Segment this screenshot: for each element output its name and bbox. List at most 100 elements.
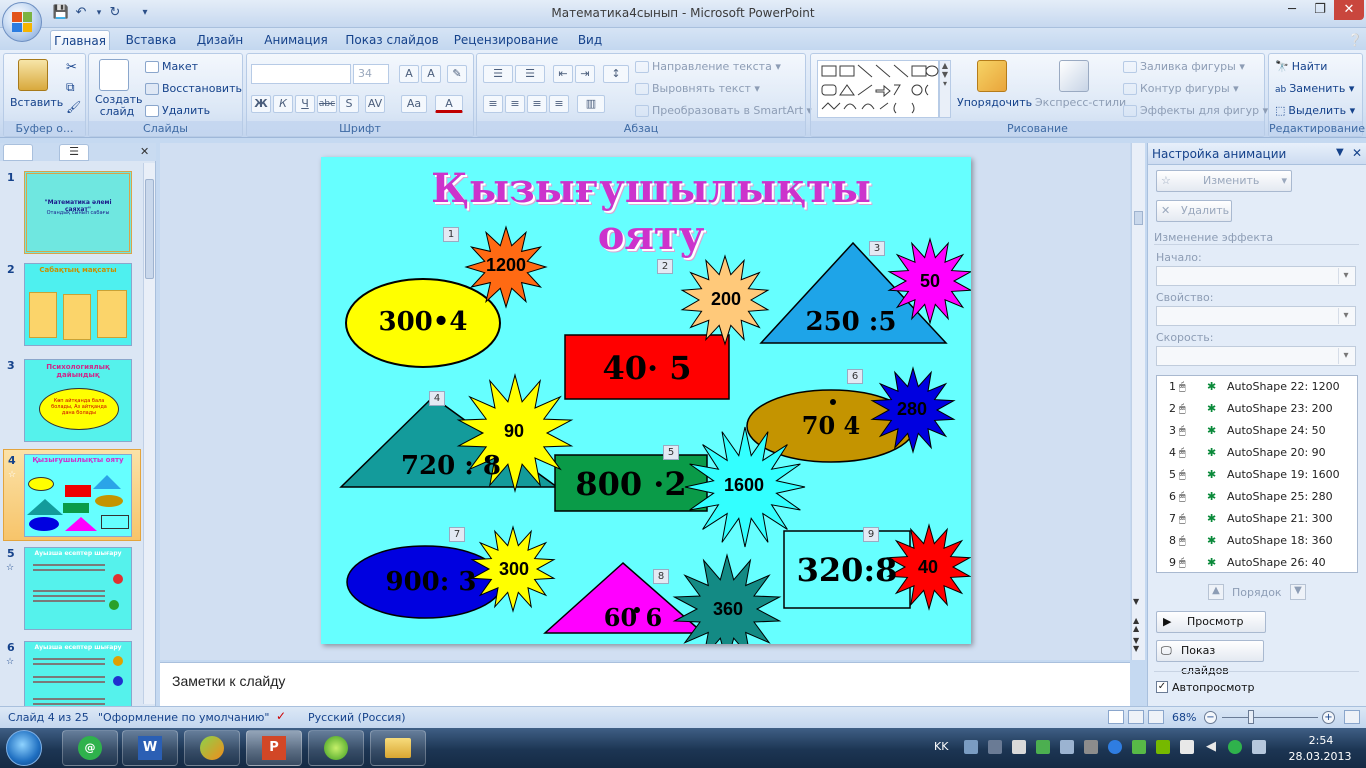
animation-tag-8[interactable]: 8 [653,569,669,584]
format-painter-icon[interactable]: 🖌 [66,100,81,114]
tray-icon[interactable] [1156,740,1170,754]
new-slide-button[interactable]: Создать слайд [95,94,143,118]
flag-icon[interactable] [1180,740,1194,754]
tray-icon[interactable] [1036,740,1050,754]
tray-icon[interactable] [1060,740,1074,754]
property-dropdown[interactable] [1156,306,1356,326]
animation-item[interactable]: 2 🖱 ✱ AutoShape 23: 200 [1157,398,1357,420]
animation-item[interactable]: 7 🖱 ✱ AutoShape 21: 300 [1157,508,1357,530]
speed-dropdown[interactable] [1156,346,1356,366]
zoom-slider[interactable] [1222,717,1318,718]
slideshow-view-icon[interactable] [1148,710,1164,724]
font-color-icon[interactable]: A [435,95,463,113]
notes-pane[interactable]: Заметки к слайду [160,662,1130,706]
tray-icon[interactable] [964,740,978,754]
justify-icon[interactable]: ≡ [549,95,569,113]
tray-icon[interactable] [988,740,1002,754]
arrange-button[interactable]: Упорядочить [957,96,1032,109]
office-button[interactable] [2,2,42,42]
clear-format-icon[interactable]: ✎ [447,65,467,83]
spacing-icon[interactable]: AV [365,95,385,113]
align-left-icon[interactable]: ≡ [483,95,503,113]
pane-menu-icon[interactable]: ▼ [1336,147,1344,158]
mail-agent-tray-icon[interactable] [1228,740,1242,754]
prev-slide-icon[interactable]: ▲ ▲ [1133,617,1139,633]
close-pane-icon[interactable]: ✕ [140,145,149,158]
minimize-button[interactable]: ─ [1278,0,1306,20]
maximize-button[interactable]: ❐ [1306,0,1334,20]
slide-canvas[interactable]: Қызығушылықты ояту 300•4 40· 5 250 :5 70… [321,157,971,644]
taskbar-powerpoint[interactable]: P [246,730,302,766]
increase-indent-icon[interactable]: ⇥ [575,65,595,83]
columns-icon[interactable]: ▥ [577,95,605,113]
animation-tag-1[interactable]: 1 [443,227,459,242]
shrink-font-icon[interactable]: A [421,65,441,83]
change-effect-button[interactable]: ☆ Изменить ▾ [1156,170,1292,192]
slide-sorter-icon[interactable] [1128,710,1144,724]
spellcheck-icon[interactable]: ✓ [276,709,286,723]
thumbnail-slide-2[interactable]: 2 Сабақтың мақсаты [0,263,145,351]
tab-slides-icon[interactable] [3,144,33,161]
animation-tag-2[interactable]: 2 [657,259,673,274]
next-slide-icon[interactable]: ▼ ▼ [1133,637,1139,653]
thumbnail-slide-5[interactable]: 5 ☆ Ауызша есептер шығару [0,547,145,635]
decrease-indent-icon[interactable]: ⇤ [553,65,573,83]
find-button[interactable]: 🔭 Найти [1275,60,1327,73]
shape-outline-button[interactable]: Контур фигуры ▾ [1123,82,1239,95]
layout-button[interactable]: Макет [145,60,198,73]
align-text-button[interactable]: Выровнять текст ▾ [635,82,760,95]
clock-time[interactable]: 2:54 [1288,734,1354,747]
taskbar-globe[interactable] [308,730,364,766]
language-indicator[interactable]: Русский (Россия) [308,711,406,724]
cut-icon[interactable]: ✂ [66,60,77,75]
tab-review[interactable]: Рецензирование [450,30,562,50]
italic-icon[interactable]: К [273,95,293,113]
animation-tag-9[interactable]: 9 [863,527,879,542]
numbering-icon[interactable]: ☰ [515,65,545,83]
zoom-out-icon[interactable]: − [1204,711,1217,724]
taskbar-mail-agent[interactable]: @ [62,730,118,766]
autopreview-checkbox[interactable]: ✓ [1156,681,1168,693]
remove-effect-button[interactable]: ✕ Удалить [1156,200,1232,222]
input-language[interactable]: KK [934,740,948,753]
paste-icon[interactable] [18,59,48,91]
thumbnail-scrollbar[interactable] [143,163,155,704]
line-spacing-icon[interactable]: ↕ [603,65,629,83]
volume-icon[interactable]: ◀ [1206,739,1216,754]
normal-view-icon[interactable] [1108,710,1124,724]
zoom-in-icon[interactable]: + [1322,711,1335,724]
quick-styles-button[interactable]: Экспресс-стили [1035,96,1126,109]
reset-button[interactable]: Восстановить [145,82,242,95]
tray-icon[interactable] [1108,740,1122,754]
fit-to-window-icon[interactable] [1344,710,1360,724]
slide-scrollbar[interactable]: ▼ ▲ ▲ ▼ ▼ [1131,143,1145,660]
scroll-down-icon[interactable]: ▼ [1133,597,1139,606]
close-pane-icon[interactable]: ✕ [1352,146,1362,160]
scroll-thumb[interactable] [145,179,154,279]
start-button[interactable] [6,730,42,766]
arrange-icon[interactable] [977,60,1007,92]
shape-fill-button[interactable]: Заливка фигуры ▾ [1123,60,1245,73]
tab-design[interactable]: Дизайн [192,30,248,50]
align-right-icon[interactable]: ≡ [527,95,547,113]
network-icon[interactable] [1252,740,1266,754]
thumbnail-slide-4[interactable]: 4 ☆ Қызығушылықты ояту [3,449,141,541]
paste-button[interactable]: Вставить [10,96,63,109]
animation-item[interactable]: 3 🖱 ✱ AutoShape 24: 50 [1157,420,1357,442]
animation-item[interactable]: 6 🖱 ✱ AutoShape 25: 280 [1157,486,1357,508]
tab-home[interactable]: Главная [50,30,110,50]
animation-tag-5[interactable]: 5 [663,445,679,460]
shape-effects-button[interactable]: Эффекты для фигур ▾ [1123,104,1268,117]
animation-item[interactable]: 9 🖱 ✱ AutoShape 26: 40 [1157,552,1357,574]
tab-animation[interactable]: Анимация [258,30,334,50]
select-button[interactable]: ⬚ Выделить ▾ [1275,104,1355,117]
taskbar-app[interactable] [184,730,240,766]
tray-icon[interactable] [1012,740,1026,754]
animation-item[interactable]: 8 🖱 ✱ AutoShape 18: 360 [1157,530,1357,552]
copy-icon[interactable]: ⧉ [66,80,75,95]
theme-name[interactable]: "Оформление по умолчанию" [98,711,269,724]
shadow-icon[interactable]: S [339,95,359,113]
slideshow-button[interactable]: 🖵 Показ слайдов [1156,640,1264,677]
delete-slide-button[interactable]: Удалить [145,104,210,117]
clock-date[interactable]: 28.03.2013 [1280,750,1360,763]
